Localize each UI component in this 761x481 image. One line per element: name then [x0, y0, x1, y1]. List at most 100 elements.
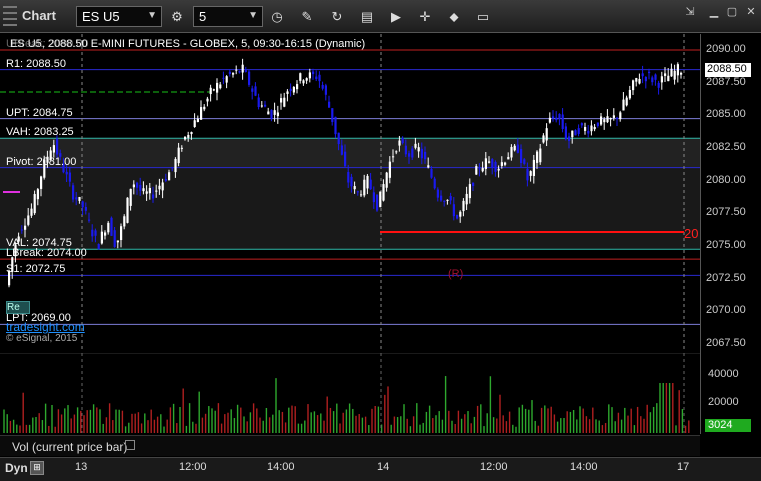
candle-body — [308, 72, 311, 79]
candle-body — [104, 232, 107, 236]
candle-body — [523, 159, 526, 164]
price-plot[interactable] — [0, 34, 700, 349]
candle-body — [360, 194, 363, 196]
candle-body — [577, 128, 580, 134]
candle-body — [500, 162, 503, 166]
tag-icon[interactable]: ⬥ — [443, 6, 465, 28]
chevron-down-icon: ▼ — [248, 10, 258, 21]
candle-body — [251, 88, 254, 92]
candle-body — [372, 192, 375, 203]
candle-body — [539, 148, 542, 163]
time-label: 12:00 — [179, 461, 207, 473]
candle-body — [564, 126, 567, 140]
candle-body — [324, 85, 327, 95]
maximize-icon[interactable]: ▢ — [722, 5, 742, 19]
candle-body — [606, 116, 609, 123]
candle-body — [206, 98, 209, 102]
candle-body — [680, 72, 683, 75]
candle-body — [616, 117, 619, 120]
studies-icon[interactable]: ▤ — [356, 6, 378, 28]
candle-body — [574, 130, 577, 136]
candle-body — [625, 97, 628, 106]
candle-body — [84, 207, 87, 211]
level-label: UPT: 2084.75 — [6, 106, 73, 119]
candle-body — [110, 217, 113, 236]
price-tick: 2080.00 — [706, 173, 746, 186]
candle-body — [171, 167, 174, 169]
crosshair-icon[interactable]: ✛ — [414, 6, 436, 28]
candle-body — [299, 73, 302, 81]
candle-body — [216, 82, 219, 93]
watermark: tradesight.com — [6, 320, 85, 334]
pencil-icon[interactable]: ✎ — [296, 6, 318, 28]
price-tick: 2075.00 — [706, 239, 746, 251]
interval-select[interactable]: 5 ▼ — [193, 6, 263, 27]
candle-body — [654, 74, 657, 80]
candle-body — [603, 119, 606, 123]
candle-body — [584, 126, 587, 131]
candle-body — [321, 84, 324, 89]
time-label: 14 — [377, 461, 390, 473]
last-price-marker: 2088.50 — [705, 63, 751, 77]
close-icon[interactable]: ✕ — [741, 5, 761, 19]
candle-body — [382, 184, 385, 201]
candle-body — [97, 244, 100, 250]
candle-body — [516, 144, 519, 153]
time-label: 14:00 — [267, 461, 295, 473]
replay-badge[interactable]: Re — [6, 301, 30, 314]
clock-icon[interactable]: ◷ — [266, 6, 288, 28]
candle-body — [123, 216, 126, 227]
candle-body — [328, 101, 331, 108]
candle-body — [660, 76, 663, 83]
candle-body — [340, 145, 343, 155]
zoom-icon[interactable]: ⊞ — [30, 461, 44, 475]
candle-body — [337, 132, 340, 145]
cursor-icon[interactable]: ↻ — [326, 6, 348, 28]
candle-body — [158, 185, 161, 190]
candle-body — [296, 84, 299, 90]
annotation-icon[interactable]: ▭ — [472, 6, 494, 28]
candle-body — [545, 128, 548, 141]
candle-body — [20, 229, 23, 231]
candle-body — [520, 148, 523, 163]
vol-tick-40000: 40000 — [708, 368, 739, 380]
candle-body — [491, 159, 494, 168]
candle-body — [555, 117, 558, 121]
candle-body — [267, 111, 270, 115]
volume-current-badge: 3024 — [705, 419, 751, 432]
candle-body — [184, 136, 187, 140]
candle-body — [145, 191, 148, 194]
candle-body — [449, 196, 452, 201]
label-20: 20 — [684, 226, 699, 241]
symbol-select[interactable]: ES U5 ▼ — [76, 6, 162, 27]
candle-body — [344, 151, 347, 167]
price-tick: 2087.50 — [706, 75, 746, 88]
candle-body — [468, 184, 471, 199]
candle-body — [302, 80, 305, 84]
volume-plot[interactable] — [0, 352, 700, 433]
pin-icon[interactable]: ⇲ — [680, 5, 700, 19]
candle-body — [628, 89, 631, 99]
candle-body — [305, 78, 308, 81]
candle-body — [120, 226, 123, 241]
price-tick: 2067.50 — [706, 337, 746, 349]
candle-body — [363, 179, 366, 196]
candle-body — [177, 147, 180, 164]
study-settings-icon[interactable] — [125, 440, 135, 450]
candle-body — [641, 73, 644, 77]
candle-body — [52, 145, 55, 153]
window-title: Chart — [22, 8, 56, 23]
candle-body — [334, 116, 337, 135]
candle-body — [129, 188, 132, 206]
volume-title: Vol (current price bar) — [12, 440, 128, 454]
grip-icon[interactable] — [3, 6, 17, 26]
candle-body — [276, 112, 279, 117]
candle-body — [91, 229, 94, 237]
play-icon[interactable]: ▶ — [385, 6, 407, 28]
minimize-icon[interactable]: ▁ — [704, 5, 724, 19]
candle-body — [286, 91, 289, 94]
candle-body — [113, 230, 116, 247]
candle-body — [404, 145, 407, 155]
link-settings-icon[interactable]: ⚙ — [166, 6, 188, 28]
candle-body — [424, 151, 427, 160]
